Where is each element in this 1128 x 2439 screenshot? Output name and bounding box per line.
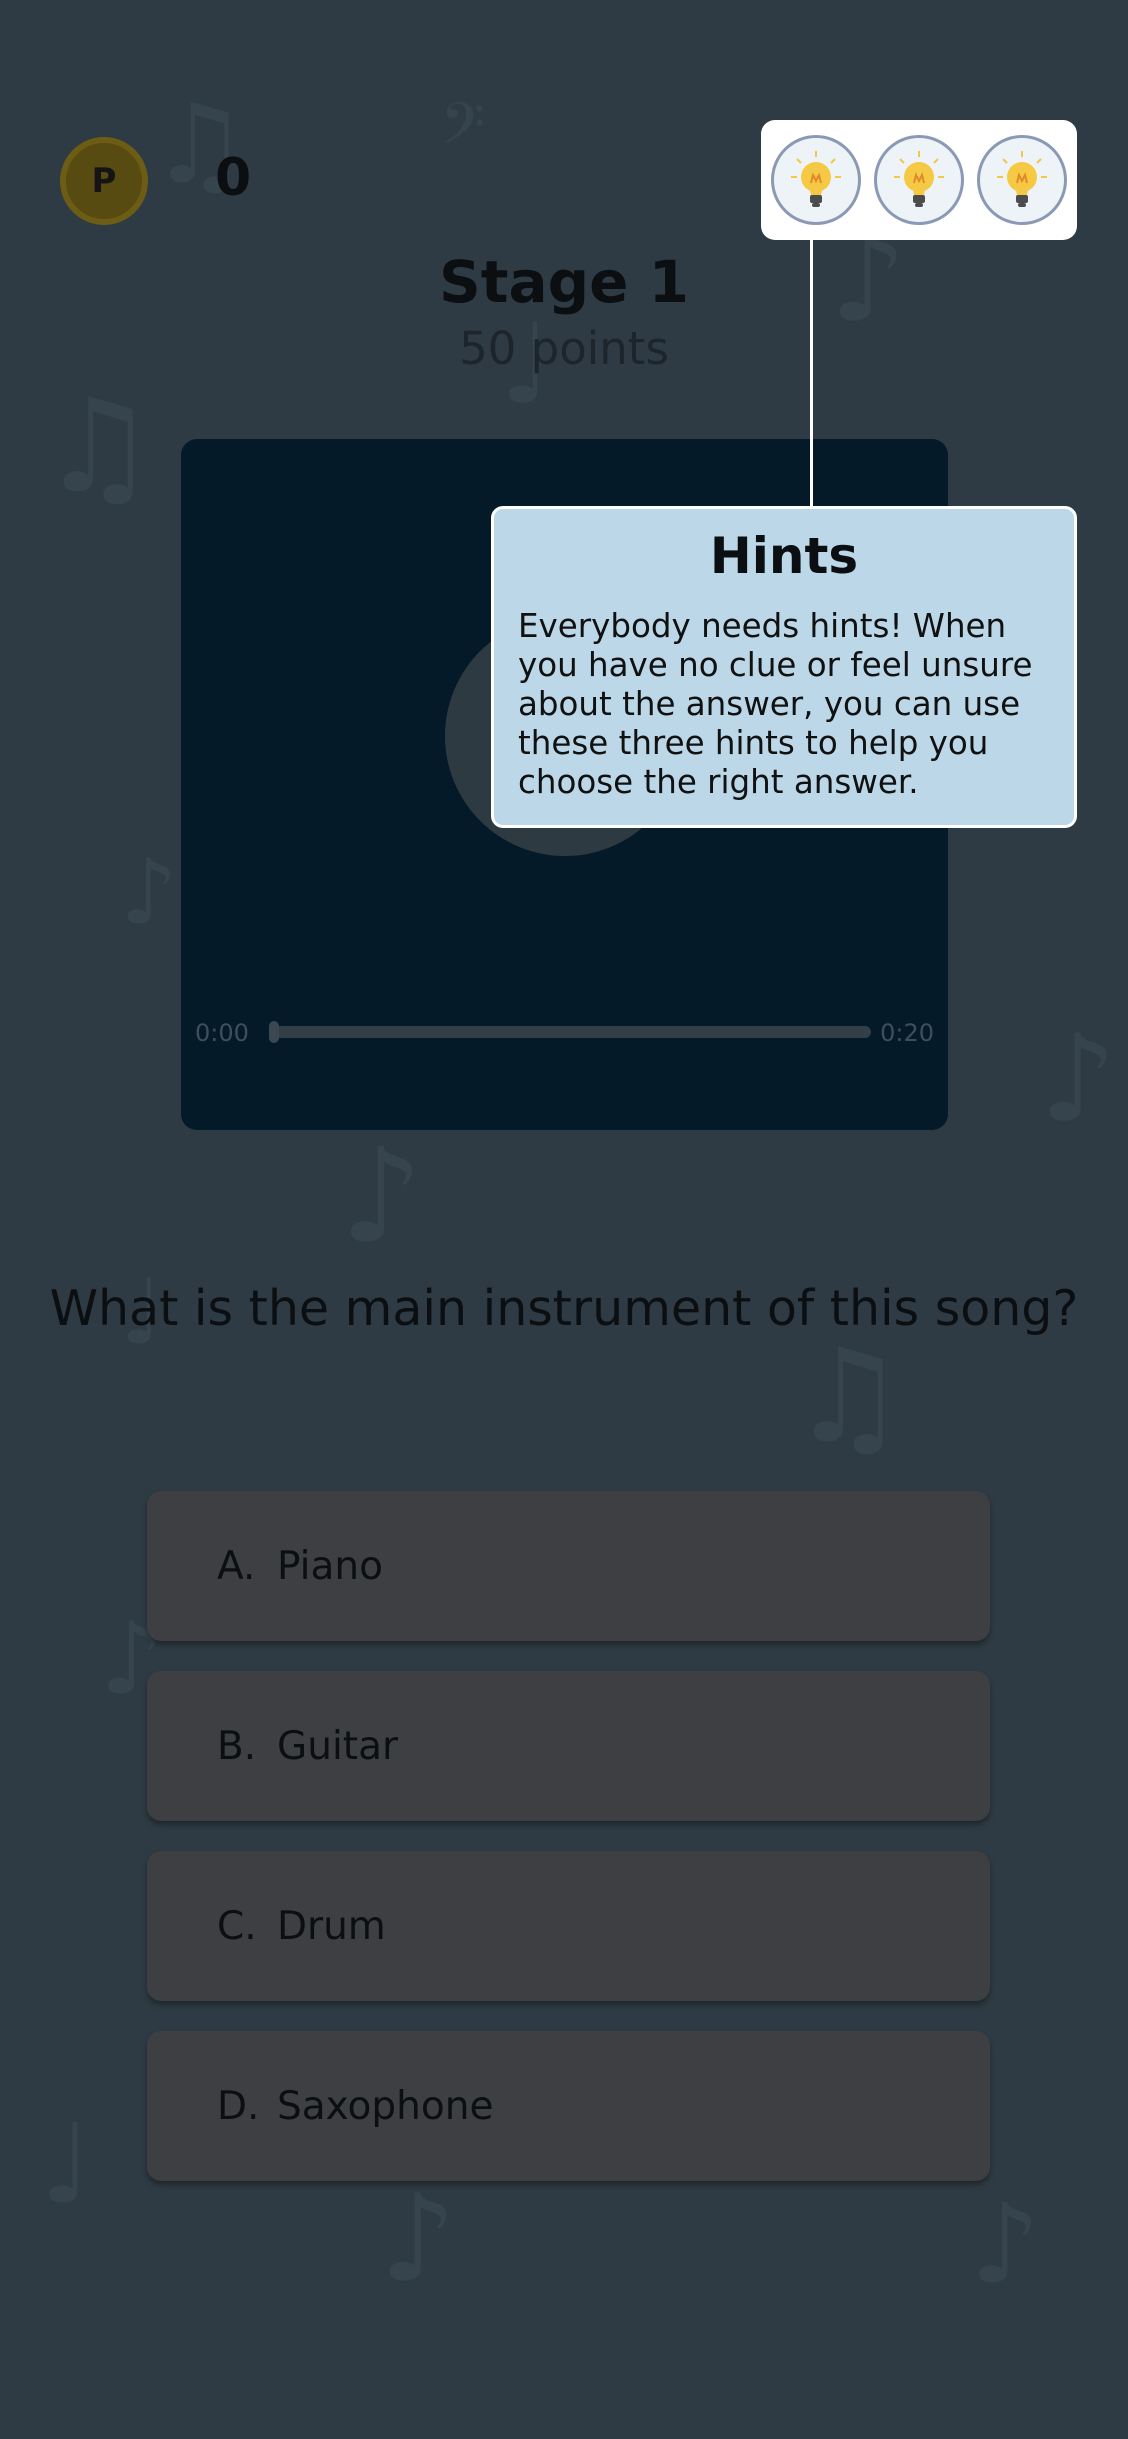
answer-option-d[interactable]: D. Saxophone (147, 2031, 990, 2181)
hint-button-3[interactable] (976, 135, 1067, 225)
stage-points: 50 points (459, 322, 669, 375)
hints-tooltip[interactable]: Hints Everybody needs hints! When you ha… (491, 506, 1077, 828)
points-coin-icon: P (60, 137, 148, 225)
answer-option-a[interactable]: A. Piano (147, 1491, 990, 1641)
tooltip-title: Hints (709, 527, 859, 585)
answer-option-c[interactable]: C. Drum (147, 1851, 990, 2001)
hints-bar (761, 120, 1077, 240)
hint-button-1[interactable] (771, 135, 862, 225)
hint-button-2[interactable] (873, 135, 964, 225)
option-letter: D. (217, 2083, 260, 2129)
seek-bar[interactable] (271, 1026, 871, 1038)
answer-option-b[interactable]: B. Guitar (147, 1671, 990, 1821)
option-letter: A. (217, 1543, 256, 1589)
lightbulb-icon (791, 151, 842, 207)
lightbulb-icon (996, 151, 1047, 207)
stage-title: Stage 1 (438, 248, 690, 316)
duration-time: 0:20 (880, 1019, 934, 1047)
option-label: Drum (277, 1903, 386, 1949)
tooltip-body: Everybody needs hints! When you have no … (518, 607, 1033, 801)
lightbulb-icon (893, 151, 944, 207)
option-label: Guitar (277, 1723, 398, 1769)
seek-thumb[interactable] (269, 1021, 279, 1043)
tooltip-connector (810, 240, 813, 508)
coin-label: P (91, 161, 117, 201)
score-value: 0 (215, 148, 252, 208)
option-label: Piano (277, 1543, 383, 1589)
question-text: What is the main instrument of this song… (49, 1280, 1079, 1337)
option-label: Saxophone (277, 2083, 494, 2129)
current-time: 0:00 (195, 1019, 249, 1047)
option-letter: B. (217, 1723, 257, 1769)
option-letter: C. (217, 1903, 257, 1949)
